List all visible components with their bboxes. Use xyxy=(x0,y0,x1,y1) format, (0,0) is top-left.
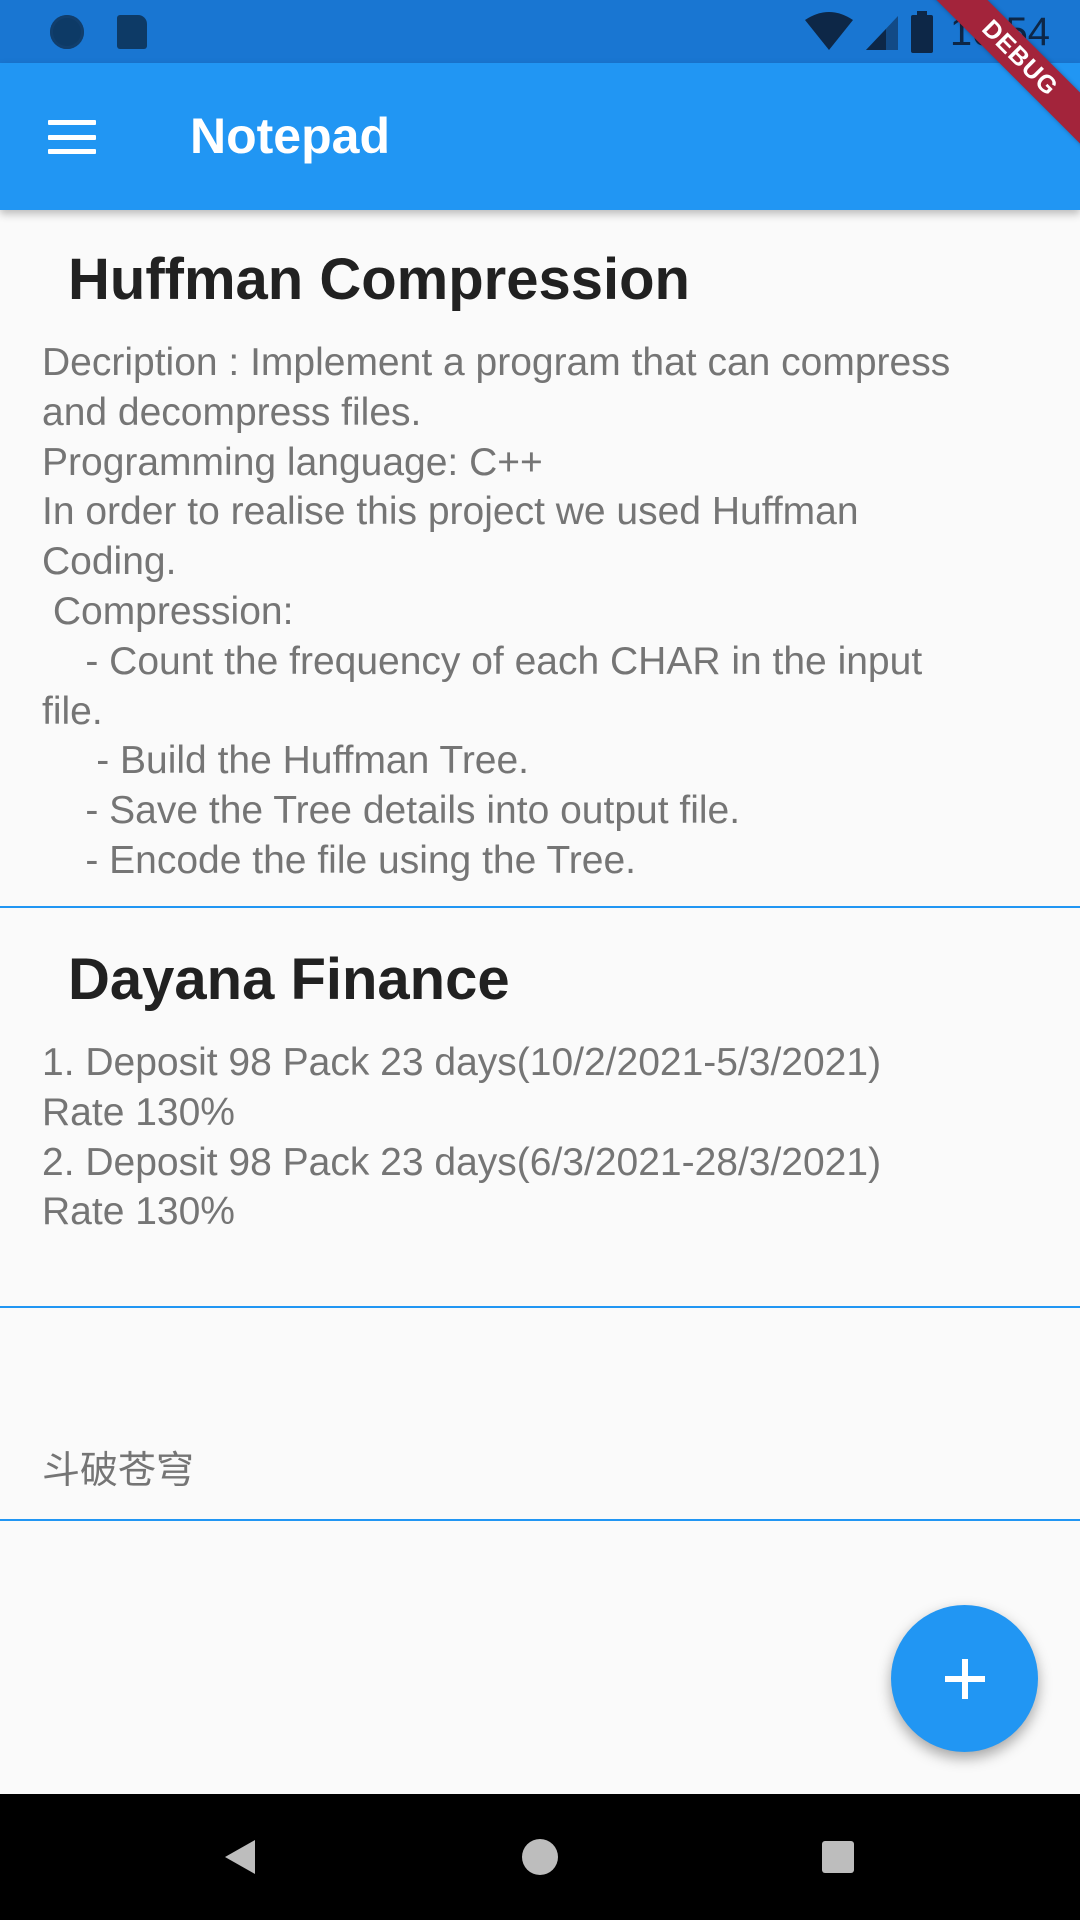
home-icon xyxy=(522,1839,558,1875)
note-card[interactable]: 斗破苍穹 xyxy=(0,1308,1080,1521)
navigation-bar xyxy=(0,1794,1080,1920)
note-body: Decription : Implement a program that ca… xyxy=(42,341,951,882)
notes-list: Huffman Compression Decription : Impleme… xyxy=(0,210,1080,1521)
recents-icon xyxy=(822,1841,854,1873)
app-bar: Notepad xyxy=(0,63,1080,210)
note-card[interactable]: Dayana Finance 1. Deposit 98 Pack 23 day… xyxy=(0,908,1080,1308)
recents-button[interactable] xyxy=(805,1824,871,1890)
note-card[interactable]: Huffman Compression Decription : Impleme… xyxy=(0,210,1080,908)
note-body: 1. Deposit 98 Pack 23 days(10/2/2021-5/3… xyxy=(42,1041,882,1234)
menu-button[interactable] xyxy=(30,95,114,179)
menu-icon xyxy=(48,120,96,154)
add-note-button[interactable] xyxy=(891,1605,1038,1752)
plus-icon xyxy=(944,1658,985,1699)
note-title: Dayana Finance xyxy=(68,947,510,1012)
sd-card-icon xyxy=(117,15,147,49)
home-button[interactable] xyxy=(507,1824,573,1890)
wifi-icon xyxy=(804,12,854,52)
back-button[interactable] xyxy=(207,1824,273,1890)
notification-dot-icon xyxy=(50,15,84,49)
app-title: Notepad xyxy=(190,108,390,164)
back-icon xyxy=(225,1840,255,1874)
note-title: Huffman Compression xyxy=(68,247,690,312)
signal-icon xyxy=(864,12,900,52)
battery-icon xyxy=(910,11,934,53)
note-title xyxy=(0,1308,1080,1376)
note-body: 斗破苍穹 xyxy=(42,1448,195,1492)
screen: 10:54 DEBUG Notepad Huffman Compression … xyxy=(0,0,1080,1920)
status-bar: 10:54 xyxy=(0,0,1080,63)
